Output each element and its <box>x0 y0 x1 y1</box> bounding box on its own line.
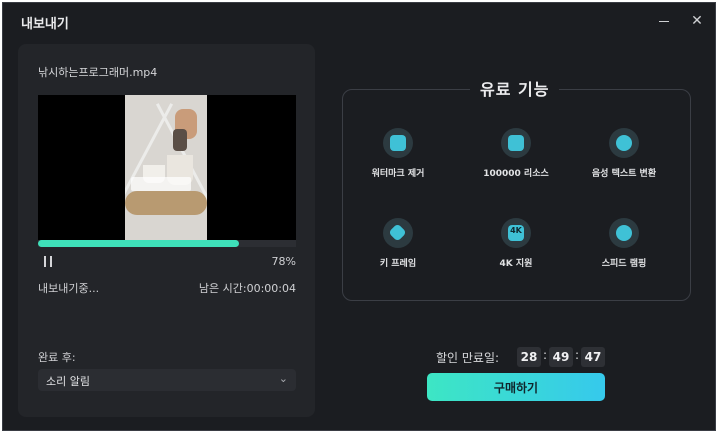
feature-4k: 4K 4K 지원 <box>461 218 571 269</box>
speech-to-text-icon <box>609 128 639 158</box>
timer-hours: 28 <box>517 347 541 367</box>
chevron-down-icon: ⌄ <box>278 372 288 385</box>
video-thumbnail <box>125 95 207 245</box>
timer-seconds: 47 <box>581 347 605 367</box>
feature-keyframe: 키 프레임 <box>343 218 453 269</box>
export-progress-panel: 낚시하는프로그래머.mp4 78% 내보내기중... 남은 시간:00:00:0… <box>18 44 315 417</box>
close-icon[interactable]: ✕ <box>688 12 706 30</box>
progress-percent: 78% <box>271 255 296 268</box>
minimize-icon[interactable] <box>655 12 673 30</box>
paid-features-title: 유료 기능 <box>470 76 560 100</box>
4k-icon: 4K <box>501 218 531 248</box>
after-complete-label: 완료 후: <box>38 351 76 364</box>
feature-speed-ramping: 스피드 램핑 <box>569 218 679 269</box>
watermark-remove-icon <box>383 128 413 158</box>
feature-label: 4K 지원 <box>499 259 533 269</box>
feature-label: 스피드 램핑 <box>601 259 647 269</box>
export-progress-fill <box>38 240 240 247</box>
remaining-time: 남은 시간:00:00:04 <box>198 282 296 295</box>
speed-ramping-icon <box>609 218 639 248</box>
video-preview <box>38 95 296 245</box>
feature-label: 음성 텍스트 변환 <box>591 169 657 179</box>
paid-features-panel: 유료 기능 워터마크 제거 100000 리소스 음성 텍스트 변환 키 프레임… <box>342 76 691 301</box>
dialog-title: 내보내기 <box>21 17 69 32</box>
export-status: 내보내기중... <box>38 282 100 295</box>
keyframe-icon <box>383 218 413 248</box>
buy-button[interactable]: 구매하기 <box>427 373 605 401</box>
feature-label: 키 프레임 <box>379 259 417 269</box>
export-progress-bar <box>38 240 296 247</box>
feature-label: 100000 리소스 <box>483 169 549 179</box>
feature-label: 워터마크 제거 <box>371 169 425 179</box>
discount-expiry-label: 할인 만료일: <box>436 351 500 365</box>
after-complete-select[interactable]: 소리 알림 ⌄ <box>38 369 296 391</box>
image-resources-icon <box>501 128 531 158</box>
feature-watermark-remove: 워터마크 제거 <box>343 128 453 179</box>
feature-resources: 100000 리소스 <box>461 128 571 179</box>
feature-speech-to-text: 음성 텍스트 변환 <box>569 128 679 179</box>
timer-separator: : <box>542 348 548 362</box>
timer-separator: : <box>574 348 580 362</box>
4k-badge-text: 4K <box>510 226 522 235</box>
timer-minutes: 49 <box>549 347 573 367</box>
pause-icon[interactable] <box>44 256 53 267</box>
file-name: 낚시하는프로그래머.mp4 <box>38 66 158 79</box>
after-complete-value: 소리 알림 <box>46 375 90 388</box>
export-dialog: 내보내기 ✕ 낚시하는프로그래머.mp4 78% 내보내기중... 남은 시간:… <box>2 2 716 431</box>
